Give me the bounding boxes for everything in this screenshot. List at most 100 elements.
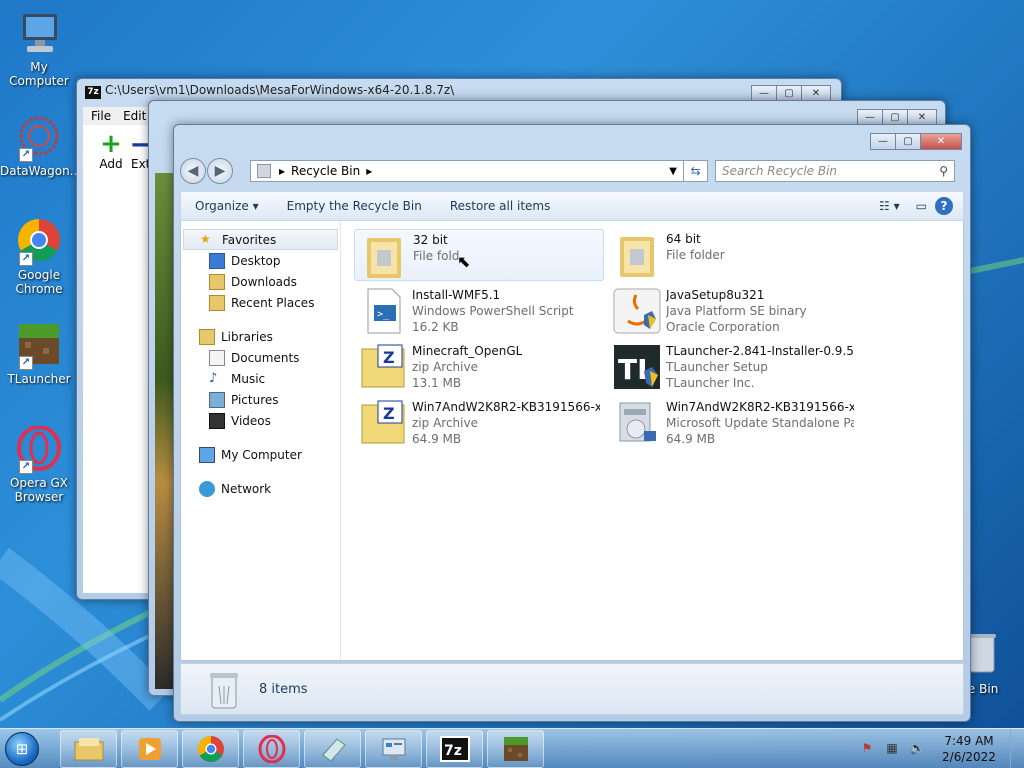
nav-label: Favorites [222, 232, 277, 247]
menu-file[interactable]: File [91, 109, 111, 123]
nav-documents[interactable]: Documents [181, 347, 340, 368]
menu-edit[interactable]: Edit [123, 109, 146, 123]
chrome-icon: ↗ [15, 218, 63, 266]
recycle-bin-icon [257, 164, 271, 178]
nav-network[interactable]: Network [181, 478, 340, 499]
computer-icon [199, 446, 215, 463]
libraries-icon [199, 328, 215, 345]
desktop-icon-label: Google Chrome [15, 268, 63, 296]
taskbar-control-panel[interactable] [365, 729, 422, 768]
maximize-button[interactable]: ▢ [895, 133, 921, 150]
clock[interactable]: 7:49 AM 2/6/2022 [934, 733, 1004, 765]
list-item[interactable]: Z Win7AndW2K8R2-KB3191566-x64 zip Archive… [354, 397, 604, 449]
empty-recycle-bin-button[interactable]: Empty the Recycle Bin [273, 199, 436, 213]
taskbar-notepad[interactable] [304, 729, 361, 768]
file-type: File fold [413, 249, 460, 263]
list-item[interactable]: TL TLauncher-2.841-Installer-0.9.5.5 TLau… [608, 341, 858, 393]
add-button[interactable]: + Add [91, 131, 131, 171]
preview-pane-icon: ▭ [915, 199, 927, 213]
view-options-button[interactable]: ☷ ▾ [871, 199, 908, 213]
taskbar-opera[interactable] [243, 729, 300, 768]
address-bar[interactable]: ▸ Recycle Bin ▸ ▼ [250, 160, 684, 182]
system-tray: ⚑ ▦ 🔈 7:49 AM 2/6/2022 [859, 729, 1024, 768]
list-item[interactable]: 32 bit File fold ⬉ [354, 229, 604, 281]
organize-button[interactable]: Organize ▾ [181, 199, 273, 213]
desktop-icon-chrome[interactable]: ↗ Google Chrome [0, 218, 78, 296]
minimize-button[interactable]: — [870, 133, 896, 150]
7zip-icon: 7z [439, 735, 470, 762]
nav-my-computer[interactable]: My Computer [181, 444, 340, 465]
star-icon: ★ [200, 231, 211, 246]
nav-label: Downloads [231, 274, 297, 289]
close-button[interactable]: ✕ [920, 133, 962, 150]
status-bar: 8 items [180, 663, 964, 715]
list-item[interactable]: >_ Install-WMF5.1 Windows PowerShell Scri… [354, 285, 604, 337]
list-item[interactable]: 64 bit File folder [608, 229, 858, 281]
chevron-down-icon[interactable]: ▼ [669, 166, 677, 177]
notepad-icon [321, 737, 346, 762]
svg-text:7z: 7z [444, 743, 462, 759]
breadcrumb-arrow-icon[interactable]: ▸ [366, 164, 372, 178]
breadcrumb-arrow-icon[interactable]: ▸ [279, 164, 285, 178]
list-item[interactable]: Win7AndW2K8R2-KB3191566-x64 Microsoft Upd… [608, 397, 858, 449]
search-input[interactable]: Search Recycle Bin ⚲ [715, 160, 955, 182]
nav-favorites[interactable]: ★ Favorites [183, 229, 338, 250]
start-button[interactable]: ⊞ [0, 729, 44, 768]
nav-pictures[interactable]: Pictures [181, 389, 340, 410]
network-tray-icon[interactable]: ▦ [884, 741, 900, 757]
show-desktop-button[interactable] [1010, 729, 1024, 768]
svg-text:Z: Z [383, 348, 395, 367]
network-icon [199, 480, 215, 497]
file-type: Windows PowerShell Script [412, 304, 574, 318]
nav-videos[interactable]: Videos [181, 410, 340, 431]
forward-button[interactable]: ▶ [207, 158, 233, 184]
desktop-icon-label: DataWagon... [0, 164, 82, 178]
nav-label: Documents [231, 350, 300, 365]
file-publisher: TLauncher Inc. [666, 376, 755, 390]
nav-libraries[interactable]: Libraries [181, 326, 340, 347]
file-name: Minecraft_OpenGL [412, 344, 523, 358]
desktop-icon-opera-gx[interactable]: ↗ Opera GX Browser [0, 425, 78, 504]
nav-desktop[interactable]: Desktop [181, 250, 340, 271]
tlauncher-icon: ↗ [15, 322, 63, 370]
datawagon-icon: ↗ [15, 114, 63, 162]
list-item[interactable]: JavaSetup8u321 Java Platform SE binary Ora… [608, 285, 858, 337]
svg-text:Z: Z [383, 404, 395, 423]
desktop-icon-my-computer[interactable]: My Computer [0, 10, 78, 88]
organize-label: Organize [195, 199, 249, 213]
desktop-icon-tlauncher[interactable]: ↗ TLauncher [0, 322, 78, 386]
mouse-cursor-icon: ⬉ [457, 252, 471, 271]
folder-icon [359, 232, 409, 280]
nav-recent-places[interactable]: Recent Places [181, 292, 340, 313]
refresh-button[interactable]: ⇆ [684, 160, 708, 182]
file-publisher: Oracle Corporation [666, 320, 780, 334]
taskbar-media-player[interactable] [121, 729, 178, 768]
pictures-icon [209, 391, 225, 408]
volume-icon[interactable]: 🔈 [909, 741, 925, 757]
restore-all-button[interactable]: Restore all items [436, 199, 565, 213]
nav-downloads[interactable]: Downloads [181, 271, 340, 292]
clock-time: 7:49 AM [944, 734, 994, 748]
nav-label: Desktop [231, 253, 281, 268]
file-type: Java Platform SE binary [666, 304, 807, 318]
nav-music[interactable]: ♪ Music [181, 368, 340, 389]
back-arrow-icon: ◀ [187, 163, 199, 179]
explorer-window[interactable]: — ▢ ✕ ◀ ▶ ▸ Recycle Bin ▸ ▼ ⇆ Search Recyc… [173, 124, 971, 722]
desktop-icon-datawagon[interactable]: ↗ DataWagon... [0, 114, 82, 178]
file-name: Win7AndW2K8R2-KB3191566-x64 [412, 400, 600, 414]
preview-pane-button[interactable]: ▭ [908, 199, 935, 213]
help-icon[interactable]: ? [935, 197, 953, 215]
zip-archive-icon: Z [358, 343, 408, 391]
recycle-bin-icon [207, 670, 241, 710]
breadcrumb-recycle-bin[interactable]: Recycle Bin [291, 164, 360, 178]
taskbar-7zip[interactable]: 7z [426, 729, 483, 768]
back-button[interactable]: ◀ [180, 158, 206, 184]
taskbar-explorer[interactable] [60, 729, 117, 768]
taskbar-tlauncher[interactable] [487, 729, 544, 768]
tlauncher-setup-icon: TL [612, 343, 662, 391]
windows-logo-icon: ⊞ [5, 731, 39, 766]
list-item[interactable]: Z Minecraft_OpenGL zip Archive 13.1 MB [354, 341, 604, 393]
nav-label: My Computer [221, 447, 302, 462]
action-center-flag-icon[interactable]: ⚑ [859, 741, 875, 757]
taskbar-chrome[interactable] [182, 729, 239, 768]
